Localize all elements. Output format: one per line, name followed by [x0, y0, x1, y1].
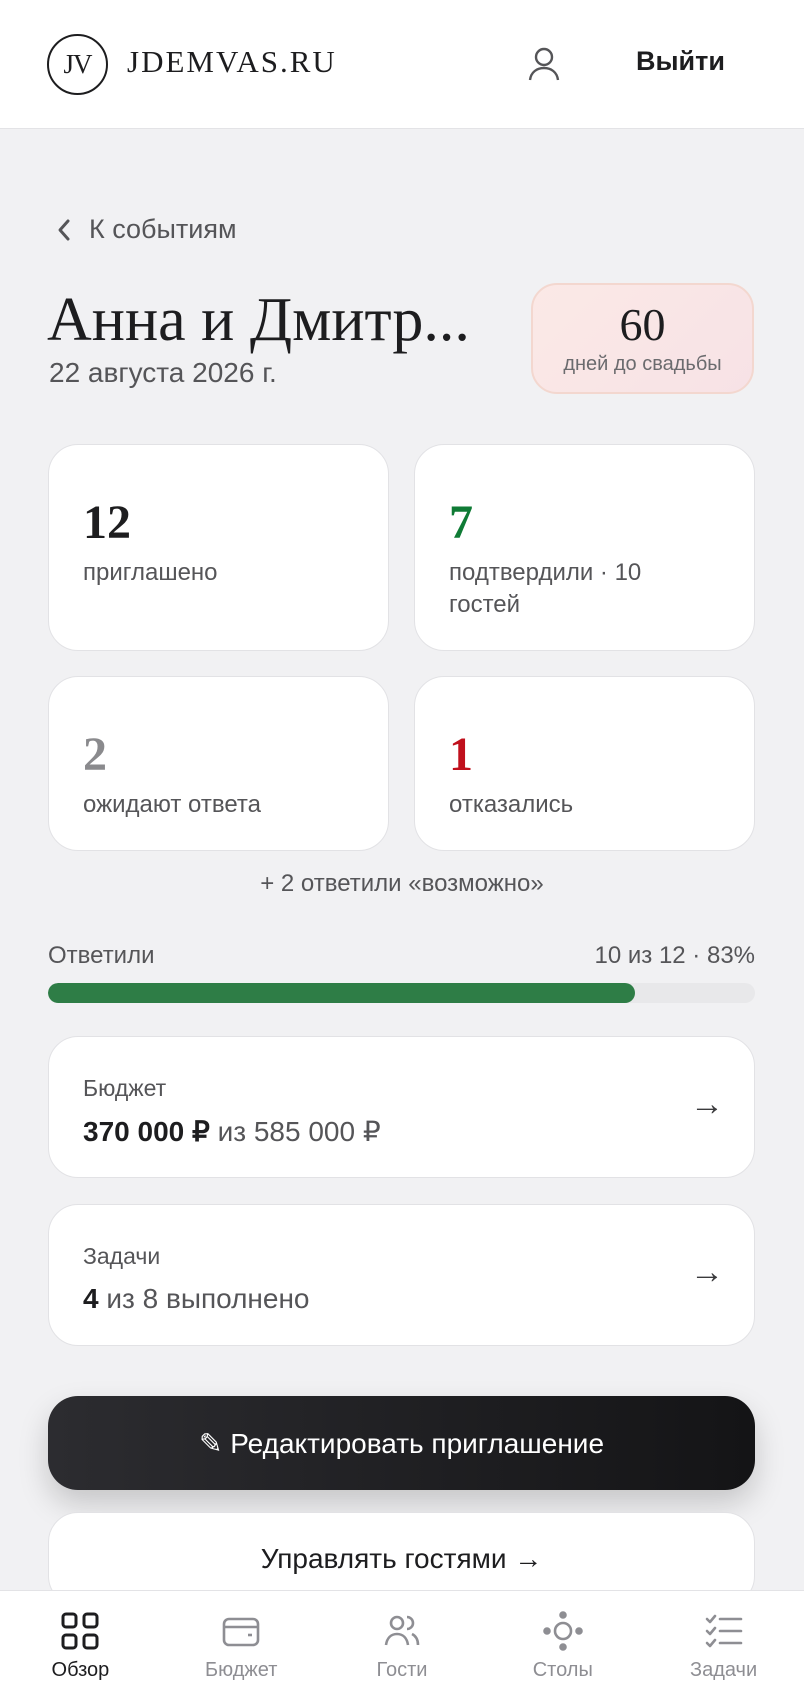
chevron-left-icon: [58, 219, 70, 240]
stat-invited-label: приглашено: [83, 559, 218, 586]
stat-pending-label: ожидают ответа: [83, 791, 261, 818]
nav-item-tables[interactable]: Столы: [482, 1591, 643, 1700]
tables-icon: [542, 1611, 583, 1651]
stat-declined-label: отказались: [449, 791, 574, 818]
bottom-nav: Обзор Бюджет Гости Столы Задачи: [0, 1590, 804, 1700]
nav-item-guests[interactable]: Гости: [322, 1591, 483, 1700]
progress-value: 10 из 12 · 83%: [594, 942, 756, 969]
stat-confirmed-label: подтвердили · 10 гостей: [449, 559, 642, 618]
app-header: JV JDEMVAS.RU Выйти: [0, 0, 804, 129]
budget-value: 370 000 ₽ из 585 000 ₽: [83, 1115, 381, 1148]
nav-item-tasks[interactable]: Задачи: [643, 1591, 804, 1700]
checklist-icon: [705, 1614, 742, 1648]
budget-total: из 585 000 ₽: [217, 1116, 381, 1147]
tasks-card[interactable]: Задачи 4 из 8 выполнено →: [48, 1204, 755, 1346]
progress-fill: [48, 983, 635, 1003]
countdown-label: дней до свадьбы: [563, 353, 722, 375]
stat-card-invited[interactable]: 12 приглашено: [48, 444, 389, 651]
logo-text[interactable]: JDEMVAS.RU: [127, 44, 337, 80]
progress-label: Ответили: [48, 942, 155, 969]
user-icon[interactable]: [527, 46, 561, 82]
tasks-total: из 8 выполнено: [106, 1283, 310, 1314]
stat-invited-value: 12: [83, 496, 131, 549]
responses-progress-bar: [48, 983, 755, 1003]
maybe-note: + 2 ответили «возможно»: [260, 870, 544, 897]
tasks-done: 4: [83, 1283, 99, 1314]
countdown-number: 60: [619, 299, 666, 350]
guests-icon: [384, 1615, 420, 1646]
budget-title: Бюджет: [83, 1075, 167, 1101]
logout-button[interactable]: Выйти: [636, 46, 725, 77]
event-title: Анна и Дмитр...: [47, 286, 470, 354]
budget-card[interactable]: Бюджет 370 000 ₽ из 585 000 ₽ →: [48, 1036, 755, 1178]
wallet-icon: [222, 1617, 260, 1647]
nav-item-overview[interactable]: Обзор: [0, 1591, 161, 1700]
logo-mark[interactable]: JV: [47, 34, 108, 95]
stat-card-confirmed[interactable]: 7 подтвердили · 10 гостей: [414, 444, 755, 651]
arrow-right-icon: →: [690, 1253, 724, 1291]
nav-item-budget[interactable]: Бюджет: [161, 1591, 322, 1700]
back-link-label: К событиям: [89, 214, 237, 244]
countdown-badge: 60 дней до свадьбы: [531, 283, 754, 394]
nav-label: Гости: [376, 1659, 428, 1681]
edit-invitation-button[interactable]: ✎ Редактировать приглашение: [48, 1396, 755, 1490]
tasks-value: 4 из 8 выполнено: [83, 1283, 310, 1315]
stat-confirmed-value: 7: [449, 496, 473, 549]
nav-label: Столы: [532, 1659, 593, 1681]
nav-label: Бюджет: [205, 1659, 278, 1681]
tasks-title: Задачи: [83, 1243, 161, 1269]
event-date: 22 августа 2026 г.: [49, 357, 277, 388]
stat-pending-value: 2: [83, 728, 107, 781]
stat-declined-value: 1: [449, 728, 473, 781]
grid-icon: [61, 1612, 99, 1650]
stat-card-declined[interactable]: 1 отказались: [414, 676, 755, 851]
nav-label: Задачи: [690, 1659, 758, 1681]
budget-spent: 370 000 ₽: [83, 1116, 210, 1147]
arrow-right-icon: →: [690, 1085, 724, 1123]
nav-label: Обзор: [51, 1659, 110, 1681]
stat-card-pending[interactable]: 2 ожидают ответа: [48, 676, 389, 851]
back-to-events-link[interactable]: К событиям: [55, 214, 237, 245]
